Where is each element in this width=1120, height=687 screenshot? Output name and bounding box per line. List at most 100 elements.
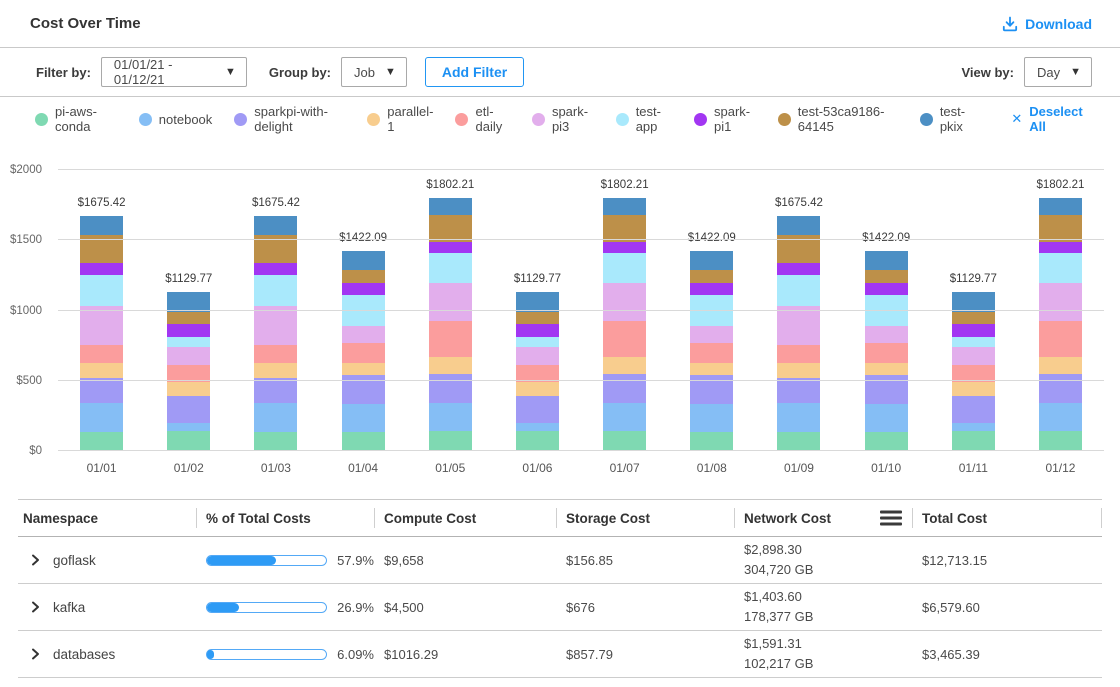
namespace-name: goflask xyxy=(53,553,96,568)
network-cost-value: $2,898.30 xyxy=(744,540,912,560)
network-cost-cell: $2,898.30304,720 GB xyxy=(734,540,912,580)
column-header-storage[interactable]: Storage Cost xyxy=(556,500,734,536)
header: Cost Over Time Download xyxy=(0,0,1120,48)
bar-01/04: $1422.09 xyxy=(320,170,407,451)
legend-item-parallel-1[interactable]: parallel-1 xyxy=(367,104,433,134)
legend-dot-icon xyxy=(234,113,247,126)
bar-stack xyxy=(167,292,210,451)
bar-01/12: $1802.21 xyxy=(1017,170,1104,451)
bar-segment-pi-aws-conda xyxy=(254,432,297,451)
legend-item-test-app[interactable]: test-app xyxy=(616,104,672,134)
bar-segment-notebook xyxy=(603,403,646,431)
page-title: Cost Over Time xyxy=(30,15,141,32)
date-range-dropdown[interactable]: 01/01/21 - 01/12/21 ▼ xyxy=(101,57,247,87)
legend-dot-icon xyxy=(778,113,791,126)
bar-segment-sparkpi-with-delight xyxy=(777,378,820,403)
view-by-dropdown[interactable]: Day ▼ xyxy=(1024,57,1092,87)
legend-item-spark-pi3[interactable]: spark-pi3 xyxy=(532,104,594,134)
bar-segment-parallel-1 xyxy=(865,363,908,375)
namespace-name: kafka xyxy=(53,600,85,615)
bar-segment-test-pkix xyxy=(254,216,297,235)
legend-dot-icon xyxy=(455,113,468,126)
column-header-total[interactable]: Total Cost xyxy=(912,500,1102,536)
bar-segment-test-pkix xyxy=(80,216,123,235)
legend-item-pi-aws-conda[interactable]: pi-aws-conda xyxy=(35,104,117,134)
bar-series: $1675.42$1129.77$1675.42$1422.09$1802.21… xyxy=(58,170,1104,451)
bar-segment-test-app xyxy=(1039,253,1082,283)
storage-cost-cell: $156.85 xyxy=(556,553,734,568)
download-button[interactable]: Download xyxy=(1002,16,1092,32)
gridline xyxy=(58,239,1104,240)
legend-dot-icon xyxy=(616,113,629,126)
network-gb-value: 178,377 GB xyxy=(744,607,912,627)
bar-segment-spark-pi3 xyxy=(254,306,297,345)
table-row-kafka[interactable]: kafka26.9%$4,500$676$1,403.60178,377 GB$… xyxy=(18,584,1102,631)
bar-segment-test-app xyxy=(429,253,472,283)
bar-stack xyxy=(952,292,995,451)
bar-segment-sparkpi-with-delight xyxy=(516,396,559,422)
percent-label: 26.9% xyxy=(337,600,374,615)
bar-segment-test-53ca9186-64145 xyxy=(952,312,995,324)
legend-item-test-53ca9186-64145[interactable]: test-53ca9186-64145 xyxy=(778,104,898,134)
bar-01/08: $1422.09 xyxy=(668,170,755,451)
y-tick-label: $0 xyxy=(29,445,42,457)
column-header-percent[interactable]: % of Total Costs xyxy=(196,500,374,536)
column-header-network-label: Network Cost xyxy=(744,511,831,526)
bar-segment-parallel-1 xyxy=(167,382,210,396)
bar-segment-sparkpi-with-delight xyxy=(254,378,297,403)
group-by-dropdown[interactable]: Job ▼ xyxy=(341,57,407,87)
legend-item-spark-pi1[interactable]: spark-pi1 xyxy=(694,104,756,134)
bar-segment-test-app xyxy=(777,275,820,306)
legend-item-test-pkix[interactable]: test-pkix xyxy=(920,104,978,134)
legend-label: etl-daily xyxy=(475,104,509,134)
bar-total-label: $1675.42 xyxy=(78,197,126,209)
bar-total-label: $1675.42 xyxy=(252,197,300,209)
bar-segment-pi-aws-conda xyxy=(1039,431,1082,451)
x-tick-label: 01/04 xyxy=(320,461,407,475)
bar-total-label: $1802.21 xyxy=(1036,179,1084,191)
percent-label: 6.09% xyxy=(337,647,374,662)
bar-segment-test-pkix xyxy=(690,251,733,270)
bar-stack xyxy=(865,251,908,451)
column-header-network[interactable]: Network Cost xyxy=(734,500,912,536)
percent-cell: 57.9% xyxy=(196,553,374,568)
deselect-all-button[interactable]: ✕ Deselect All xyxy=(1011,104,1092,134)
network-cost-value: $1,403.60 xyxy=(744,587,912,607)
x-tick-label: 01/11 xyxy=(930,461,1017,475)
menu-icon[interactable] xyxy=(880,511,902,526)
legend-label: test-pkix xyxy=(940,104,978,134)
chevron-right-icon[interactable] xyxy=(30,648,41,660)
bar-segment-pi-aws-conda xyxy=(865,432,908,451)
cost-over-time-chart: $0$500$1000$1500$2000 $1675.42$1129.77$1… xyxy=(0,141,1120,478)
column-header-compute[interactable]: Compute Cost xyxy=(374,500,556,536)
bar-segment-test-53ca9186-64145 xyxy=(1039,215,1082,241)
bar-segment-spark-pi1 xyxy=(603,242,646,254)
bar-total-label: $1422.09 xyxy=(862,232,910,244)
bar-segment-pi-aws-conda xyxy=(80,432,123,451)
chart-legend: pi-aws-conda notebook sparkpi-with-delight… xyxy=(0,97,1120,141)
download-icon xyxy=(1002,16,1018,32)
table-row-databases[interactable]: databases6.09%$1016.29$857.79$1,591.3110… xyxy=(18,631,1102,678)
bar-segment-sparkpi-with-delight xyxy=(1039,374,1082,404)
bar-segment-spark-pi3 xyxy=(777,306,820,345)
bar-segment-etl-daily xyxy=(1039,321,1082,357)
bar-segment-spark-pi3 xyxy=(429,283,472,321)
legend-item-etl-daily[interactable]: etl-daily xyxy=(455,104,509,134)
bar-segment-notebook xyxy=(516,423,559,431)
legend-item-sparkpi-with-delight[interactable]: sparkpi-with-delight xyxy=(234,104,345,134)
chevron-right-icon[interactable] xyxy=(30,601,41,613)
bar-segment-test-app xyxy=(952,337,995,348)
legend-dot-icon xyxy=(532,113,545,126)
bar-01/03: $1675.42 xyxy=(232,170,319,451)
add-filter-button[interactable]: Add Filter xyxy=(425,57,524,87)
chevron-right-icon[interactable] xyxy=(30,554,41,566)
legend-item-notebook[interactable]: notebook xyxy=(139,112,213,127)
bar-segment-test-pkix xyxy=(865,251,908,270)
table-row-goflask[interactable]: goflask57.9%$9,658$156.85$2,898.30304,72… xyxy=(18,537,1102,584)
bar-segment-etl-daily xyxy=(429,321,472,357)
bar-segment-parallel-1 xyxy=(254,363,297,377)
column-header-namespace[interactable]: Namespace xyxy=(18,500,196,536)
bar-segment-etl-daily xyxy=(865,343,908,363)
bar-01/09: $1675.42 xyxy=(755,170,842,451)
x-tick-label: 01/10 xyxy=(843,461,930,475)
